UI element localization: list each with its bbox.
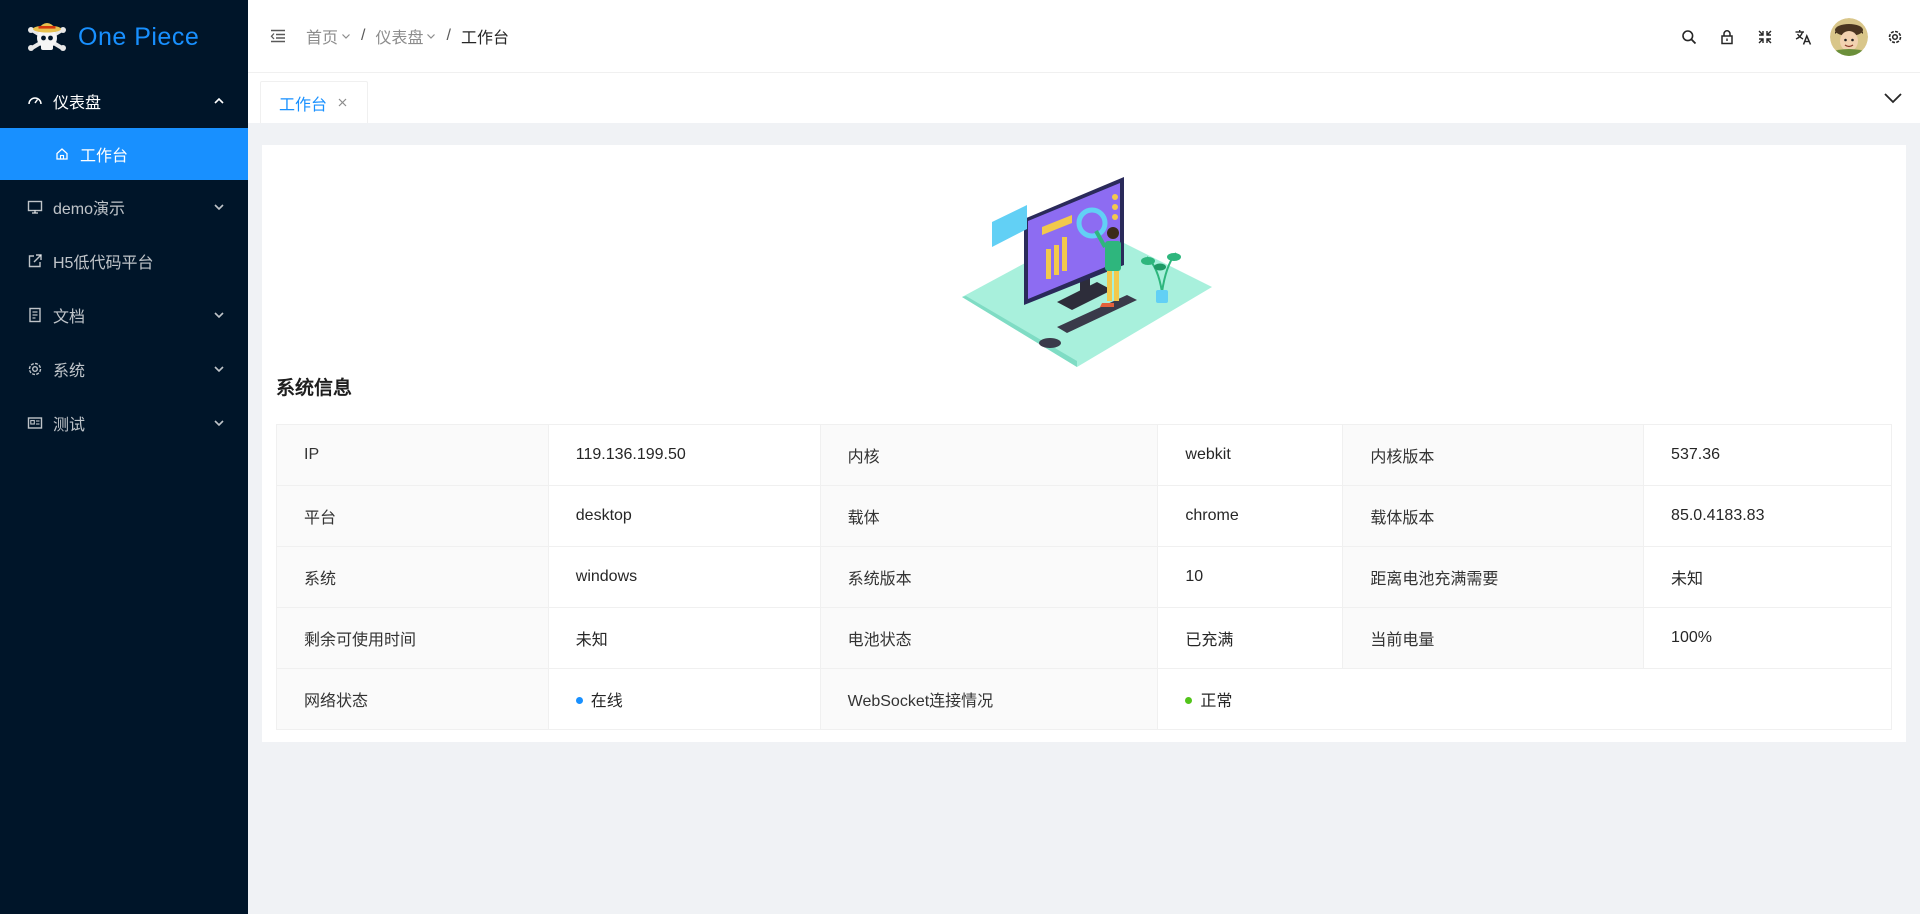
- external-link-icon: [26, 252, 44, 270]
- chevron-down-icon: [341, 31, 351, 41]
- network-status-value: 在线: [547, 668, 821, 730]
- info-value: 100%: [1643, 607, 1892, 669]
- sidebar-item-label: demo演示: [53, 201, 126, 218]
- info-label: 载体版本: [1342, 485, 1645, 547]
- sidebar-item-docs[interactable]: 文档: [0, 288, 248, 342]
- main-content: 系统信息 IP 119.136.199.50 内核 webkit 内核版本 53…: [262, 145, 1906, 742]
- sidebar-item-label: 系统: [53, 363, 86, 380]
- sidebar: One Piece 仪表盘 工作台 demo演示 H5低代码平台 文档 系统 测…: [0, 0, 248, 914]
- sidebar-item-workbench[interactable]: 工作台: [0, 128, 248, 180]
- breadcrumb-item-home[interactable]: 首页: [306, 24, 351, 48]
- chevron-down-icon: [426, 31, 436, 41]
- chevron-down-icon: [212, 308, 226, 322]
- menu-fold-icon[interactable]: [268, 26, 288, 46]
- websocket-status-value: 正常: [1157, 668, 1892, 730]
- settings-icon: [26, 360, 44, 378]
- chevron-down-icon: [212, 200, 226, 214]
- info-label: 网络状态: [276, 668, 549, 730]
- status-text: 在线: [590, 693, 623, 710]
- settings-icon[interactable]: [1876, 18, 1914, 56]
- breadcrumb-separator: /: [361, 27, 366, 44]
- table-row: IP 119.136.199.50 内核 webkit 内核版本 537.36: [276, 424, 1892, 486]
- chevron-up-icon: [212, 94, 226, 108]
- info-value: 537.36: [1643, 424, 1892, 486]
- info-value: 未知: [547, 607, 821, 669]
- info-label: 系统版本: [819, 546, 1159, 608]
- translate-icon[interactable]: [1784, 18, 1822, 56]
- id-card-icon: [26, 414, 44, 432]
- dashboard-icon: [26, 92, 44, 110]
- desktop-icon: [26, 198, 44, 216]
- info-label: 内核版本: [1342, 424, 1645, 486]
- info-value: 85.0.4183.83: [1643, 485, 1892, 547]
- chevron-down-icon[interactable]: [1880, 85, 1906, 111]
- sidebar-item-demo[interactable]: demo演示: [0, 180, 248, 234]
- sidebar-item-h5-lowcode[interactable]: H5低代码平台: [0, 234, 248, 288]
- info-value: 119.136.199.50: [547, 424, 821, 486]
- info-label: 内核: [819, 424, 1159, 486]
- avatar[interactable]: [1830, 17, 1868, 56]
- breadcrumb-label: 工作台: [460, 30, 509, 47]
- info-label: 距离电池充满需要: [1342, 546, 1645, 608]
- tabs-bar: 工作台: [248, 73, 1920, 123]
- document-icon: [26, 306, 44, 324]
- info-label: IP: [276, 424, 549, 486]
- workbench-illustration: [962, 177, 1212, 367]
- tab-workbench[interactable]: 工作台: [260, 81, 369, 123]
- home-icon: [54, 146, 70, 162]
- sidebar-item-label: 测试: [53, 417, 86, 434]
- system-info-table: IP 119.136.199.50 内核 webkit 内核版本 537.36 …: [276, 424, 1892, 730]
- info-label: 当前电量: [1342, 607, 1645, 669]
- chevron-down-icon: [212, 362, 226, 376]
- sidebar-item-dashboard[interactable]: 仪表盘: [0, 74, 248, 128]
- info-label: 电池状态: [819, 607, 1159, 669]
- info-value: webkit: [1157, 424, 1344, 486]
- logo[interactable]: One Piece: [0, 0, 248, 74]
- lock-icon[interactable]: [1708, 18, 1746, 56]
- info-value: 未知: [1643, 546, 1892, 608]
- info-value: desktop: [547, 485, 821, 547]
- search-icon[interactable]: [1670, 18, 1708, 56]
- sidebar-item-label: H5低代码平台: [53, 255, 154, 272]
- app-name: One Piece: [78, 22, 200, 51]
- info-label: 剩余可使用时间: [276, 607, 549, 669]
- info-label: 平台: [276, 485, 549, 547]
- table-row: 网络状态 在线 WebSocket连接情况 正常: [276, 668, 1892, 730]
- sidebar-item-label: 工作台: [80, 148, 129, 165]
- breadcrumb-item-dashboard[interactable]: 仪表盘: [375, 24, 436, 48]
- sidebar-item-test[interactable]: 测试: [0, 396, 248, 450]
- breadcrumb-item-workbench: 工作台: [461, 24, 509, 48]
- info-label: 系统: [276, 546, 549, 608]
- status-dot: [575, 697, 583, 705]
- sidebar-item-label: 文档: [53, 309, 86, 326]
- status-text: 正常: [1200, 693, 1233, 710]
- top-header: 首页 / 仪表盘 / 工作台: [248, 0, 1920, 73]
- info-value: 10: [1157, 546, 1344, 608]
- info-value: windows: [547, 546, 821, 608]
- status-dot: [1185, 697, 1193, 705]
- chevron-down-icon: [212, 416, 226, 430]
- sidebar-item-system[interactable]: 系统: [0, 342, 248, 396]
- tab-label: 工作台: [279, 96, 328, 114]
- info-label: WebSocket连接情况: [819, 668, 1159, 730]
- skull-logo-icon: [28, 23, 66, 51]
- header-actions: [1670, 0, 1920, 73]
- close-icon[interactable]: [337, 97, 349, 109]
- table-row: 平台 desktop 载体 chrome 载体版本 85.0.4183.83: [276, 485, 1892, 547]
- info-value: chrome: [1157, 485, 1344, 547]
- info-value: 已充满: [1157, 607, 1344, 669]
- fullscreen-icon[interactable]: [1746, 18, 1784, 56]
- breadcrumb: 首页 / 仪表盘 / 工作台: [306, 24, 509, 48]
- sidebar-item-label: 仪表盘: [53, 95, 102, 112]
- breadcrumb-label: 首页: [306, 30, 339, 47]
- breadcrumb-label: 仪表盘: [375, 30, 424, 47]
- table-row: 剩余可使用时间 未知 电池状态 已充满 当前电量 100%: [276, 607, 1892, 669]
- section-title: 系统信息: [276, 378, 353, 399]
- breadcrumb-separator: /: [446, 27, 451, 44]
- info-label: 载体: [819, 485, 1159, 547]
- table-row: 系统 windows 系统版本 10 距离电池充满需要 未知: [276, 546, 1892, 608]
